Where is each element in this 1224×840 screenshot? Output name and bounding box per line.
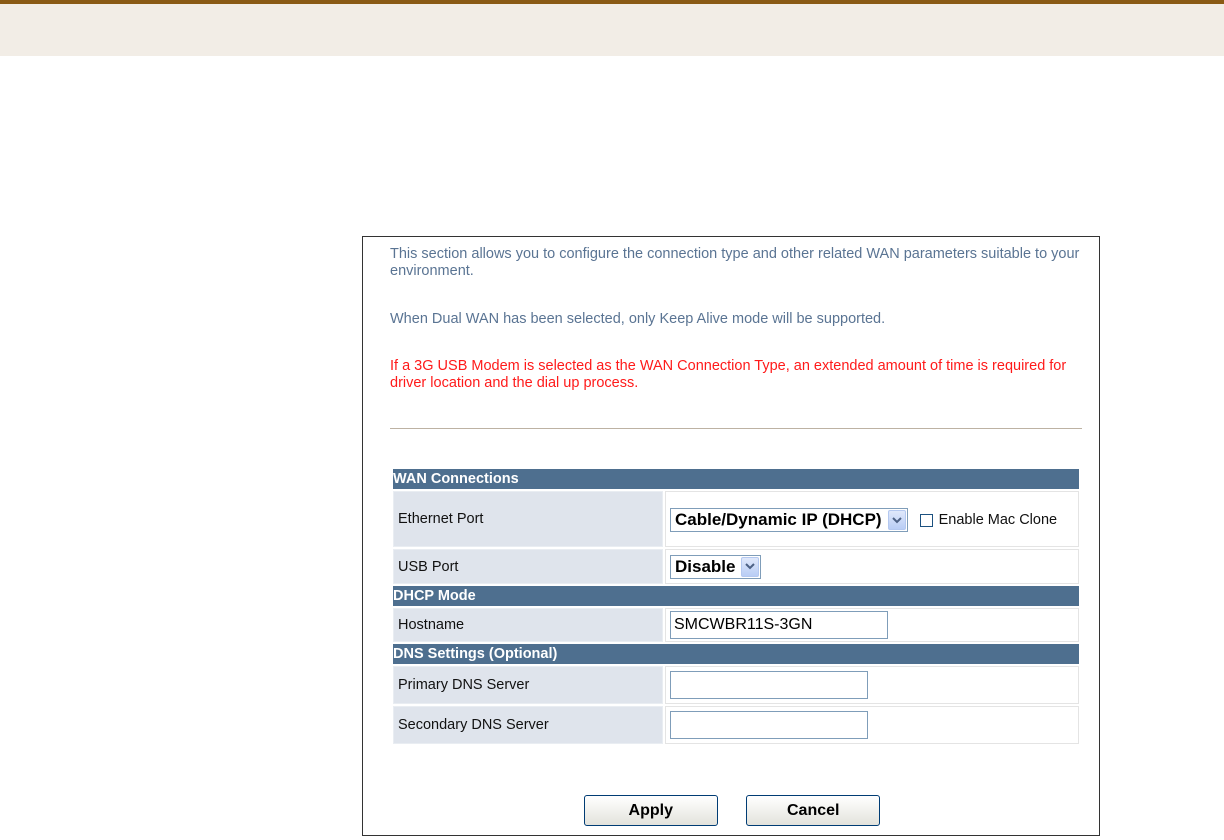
cancel-button[interactable]: Cancel [746, 795, 881, 826]
intro-text: This section allows you to configure the… [390, 246, 1080, 279]
wan-connections-heading: WAN Connections [393, 469, 1079, 489]
chevron-down-icon[interactable] [741, 556, 760, 577]
mac-clone-label: Enable Mac Clone [938, 511, 1058, 528]
secondary-dns-label: Secondary DNS Server [393, 706, 663, 744]
usb-port-label: USB Port [393, 549, 663, 584]
button-row: Apply Cancel [363, 795, 1101, 826]
primary-dns-row: Primary DNS Server [393, 666, 1079, 704]
chevron-down-icon[interactable] [887, 510, 906, 530]
ethernet-connection-value: Cable/Dynamic IP (DHCP) [675, 510, 882, 529]
dns-settings-heading: DNS Settings (Optional) [393, 644, 1079, 664]
ethernet-port-label: Ethernet Port [393, 491, 663, 547]
ethernet-port-row: Ethernet Port Cable/Dynamic IP (DHCP) En… [393, 491, 1079, 547]
wan-settings-panel: This section allows you to configure the… [362, 236, 1100, 836]
usb-port-row: USB Port Disable [393, 549, 1079, 584]
dual-wan-note: When Dual WAN has been selected, only Ke… [390, 311, 886, 327]
primary-dns-input[interactable] [670, 671, 868, 699]
mac-clone-checkbox[interactable] [919, 513, 933, 527]
apply-button[interactable]: Apply [583, 795, 718, 826]
usb-port-select[interactable]: Disable [670, 554, 762, 579]
secondary-dns-row: Secondary DNS Server [393, 706, 1079, 744]
usb-port-cell: Disable [665, 549, 1079, 584]
primary-dns-label: Primary DNS Server [393, 666, 663, 704]
secondary-dns-cell [665, 706, 1079, 744]
secondary-dns-input[interactable] [670, 711, 868, 739]
divider [390, 428, 1082, 429]
primary-dns-cell [665, 666, 1079, 704]
ethernet-port-cell: Cable/Dynamic IP (DHCP) Enable Mac Clone [665, 491, 1079, 547]
usb-port-value: Disable [675, 556, 736, 576]
usb-modem-warning: If a 3G USB Modem is selected as the WAN… [390, 358, 1067, 391]
section-header-dhcp: DHCP Mode [393, 586, 1079, 606]
hostname-cell: SMCWBR11S-3GN [665, 608, 1079, 642]
ethernet-connection-select[interactable]: Cable/Dynamic IP (DHCP) [670, 508, 908, 532]
section-header-dns: DNS Settings (Optional) [393, 644, 1079, 664]
wan-config-table: WAN Connections Ethernet Port Cable/Dyna… [391, 467, 1081, 746]
hostname-row: Hostname SMCWBR11S-3GN [393, 608, 1079, 642]
hostname-input[interactable]: SMCWBR11S-3GN [670, 611, 888, 639]
hostname-label: Hostname [393, 608, 663, 642]
dhcp-mode-heading: DHCP Mode [393, 586, 1079, 606]
top-banner [0, 0, 1224, 56]
section-header-wan: WAN Connections [393, 469, 1079, 489]
